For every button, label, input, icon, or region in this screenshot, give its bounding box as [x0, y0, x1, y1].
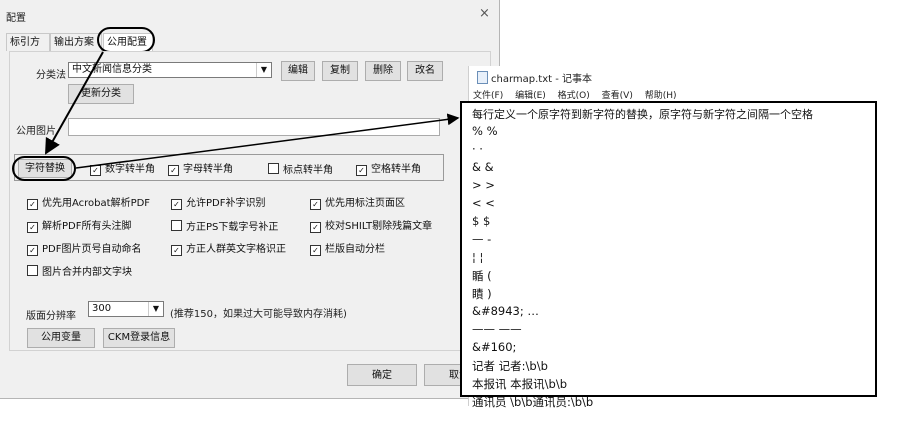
- arrow-tab-to-button: [45, 51, 104, 155]
- arrow-button-to-notepad: [75, 113, 460, 169]
- annotation-arrows: [45, 51, 460, 169]
